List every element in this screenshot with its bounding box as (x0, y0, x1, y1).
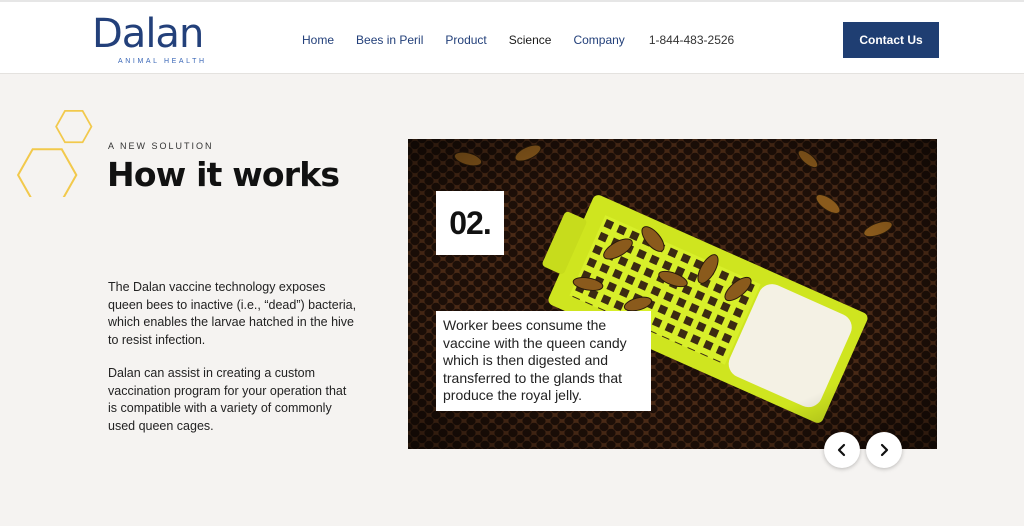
step-number-box: 02. (436, 191, 504, 255)
section-title: How it works (107, 155, 340, 194)
chevron-left-icon (837, 443, 846, 457)
nav-bees-in-peril[interactable]: Bees in Peril (356, 33, 423, 47)
slider-prev-button[interactable] (824, 432, 860, 468)
logo-wordmark: Dalan (92, 11, 204, 57)
step-number: 02. (449, 204, 491, 241)
nav-company[interactable]: Company (573, 33, 624, 47)
main-nav: Home Bees in Peril Product Science Compa… (302, 33, 734, 47)
logo-tagline: ANIMAL HEALTH (118, 58, 207, 65)
contact-us-button[interactable]: Contact Us (843, 22, 939, 58)
nav-product[interactable]: Product (445, 33, 486, 47)
dalan-logo[interactable]: Dalan ANIMAL HEALTH (92, 10, 222, 70)
slide-caption-box: Worker bees consume the vaccine with the… (436, 311, 651, 411)
site-header: Dalan ANIMAL HEALTH Home Bees in Peril P… (0, 0, 1024, 74)
nav-phone-number[interactable]: 1-844-483-2526 (649, 33, 734, 47)
description-paragraph: Dalan can assist in creating a custom va… (108, 366, 347, 433)
slide-caption: Worker bees consume the vaccine with the… (443, 317, 627, 404)
nav-home[interactable]: Home (302, 33, 334, 47)
hexagon-decoration-icon (16, 110, 93, 197)
nav-science[interactable]: Science (509, 33, 552, 47)
description-paragraph: The Dalan vaccine technology exposes que… (108, 280, 357, 347)
slider-next-button[interactable] (866, 432, 902, 468)
section-eyebrow: A NEW SOLUTION (108, 141, 214, 151)
how-it-works-slider: 02. Worker bees consume the vaccine with… (408, 139, 937, 449)
chevron-right-icon (880, 443, 889, 457)
